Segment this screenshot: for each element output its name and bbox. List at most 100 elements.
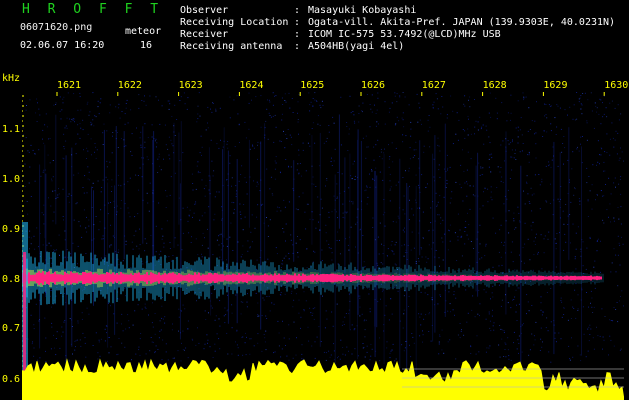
echo-core-segment bbox=[568, 276, 570, 280]
noise-speck bbox=[540, 234, 542, 236]
noise-speck bbox=[28, 182, 30, 184]
noise-speck bbox=[439, 335, 441, 337]
noise-speck bbox=[575, 188, 576, 190]
noise-speck bbox=[124, 288, 126, 290]
echo-core-segment bbox=[434, 275, 436, 281]
echo-core-segment bbox=[220, 274, 222, 282]
noise-speck bbox=[251, 241, 253, 243]
noise-speck bbox=[548, 351, 550, 353]
noise-speck bbox=[484, 187, 486, 189]
noise-speck bbox=[297, 112, 298, 114]
noise-speck bbox=[155, 225, 157, 227]
noise-speck bbox=[188, 232, 190, 234]
noise-speck bbox=[177, 350, 179, 352]
noise-speck bbox=[599, 154, 600, 156]
noise-speck bbox=[569, 106, 571, 108]
noise-speck bbox=[608, 216, 609, 218]
echo-core-segment bbox=[200, 275, 202, 281]
noise-speck bbox=[132, 248, 134, 250]
noise-speck bbox=[168, 256, 170, 258]
noise-speck bbox=[298, 93, 300, 95]
noise-speck bbox=[599, 335, 601, 337]
noise-speck bbox=[264, 337, 266, 339]
noise-speck bbox=[162, 339, 164, 341]
echo-core-segment bbox=[126, 274, 128, 282]
echo-core-segment bbox=[278, 273, 280, 283]
noise-speck bbox=[128, 212, 130, 214]
noise-speck bbox=[131, 133, 133, 135]
noise-speck bbox=[447, 169, 448, 171]
noise-speck bbox=[602, 336, 604, 338]
app-title: H R O F F T bbox=[22, 2, 164, 17]
noise-speck bbox=[354, 348, 356, 350]
noise-speck bbox=[54, 303, 56, 305]
noise-speck bbox=[174, 135, 176, 136]
noise-speck bbox=[207, 247, 209, 249]
noise-speck bbox=[480, 128, 482, 130]
noise-speck bbox=[98, 341, 100, 343]
noise-speck bbox=[290, 166, 292, 168]
noise-speck bbox=[88, 171, 90, 173]
noise-speck bbox=[336, 303, 338, 305]
noise-speck bbox=[251, 99, 252, 101]
noise-speck bbox=[412, 214, 414, 216]
noise-speck bbox=[331, 211, 333, 213]
noise-speck bbox=[41, 212, 43, 214]
echo-core-segment bbox=[48, 271, 50, 285]
echo-core-segment bbox=[506, 275, 508, 281]
noise-speck bbox=[99, 221, 101, 223]
noise-speck bbox=[515, 227, 517, 229]
noise-speck bbox=[346, 126, 348, 127]
noise-speck bbox=[324, 327, 326, 329]
noise-speck bbox=[551, 159, 553, 161]
noise-speck bbox=[145, 353, 147, 355]
noise-speck bbox=[346, 346, 348, 348]
noise-speck bbox=[170, 139, 172, 141]
echo-core-segment bbox=[538, 275, 540, 281]
noise-speck bbox=[117, 132, 118, 133]
echo-core-segment bbox=[132, 275, 134, 281]
filename-label: 06071620.png bbox=[20, 22, 93, 33]
noise-speck bbox=[378, 123, 379, 125]
noise-speck bbox=[503, 244, 505, 246]
echo-core-segment bbox=[390, 275, 392, 281]
noise-speck bbox=[397, 290, 399, 292]
noise-speck bbox=[348, 350, 349, 352]
noise-speck bbox=[449, 202, 451, 204]
noise-speck bbox=[492, 309, 493, 311]
noise-speck bbox=[430, 222, 432, 224]
noise-speck bbox=[85, 253, 87, 254]
echo-core-segment bbox=[256, 275, 258, 281]
noise-speck bbox=[210, 139, 212, 141]
noise-speck bbox=[172, 145, 174, 147]
noise-speck bbox=[135, 353, 137, 355]
noise-speck bbox=[100, 191, 102, 193]
noise-speck bbox=[314, 92, 316, 94]
noise-speck bbox=[302, 192, 304, 194]
noise-speck bbox=[491, 315, 493, 317]
noise-speck bbox=[57, 196, 59, 198]
noise-speck bbox=[180, 360, 182, 362]
noise-speck bbox=[583, 333, 585, 335]
noise-speck bbox=[522, 247, 524, 249]
noise-speck bbox=[511, 141, 513, 143]
echo-core-segment bbox=[522, 276, 524, 280]
noise-speck bbox=[205, 319, 207, 320]
noise-speck bbox=[525, 96, 527, 98]
noise-speck bbox=[612, 320, 614, 322]
noise-speck bbox=[227, 294, 228, 296]
noise-speck bbox=[528, 201, 530, 203]
noise-speck bbox=[56, 331, 58, 333]
echo-core-segment bbox=[356, 275, 358, 281]
noise-speck bbox=[362, 102, 364, 104]
noise-speck bbox=[53, 211, 55, 213]
noise-speck bbox=[146, 156, 148, 158]
noise-speck bbox=[183, 349, 185, 351]
noise-speck bbox=[491, 292, 493, 294]
noise-speck bbox=[257, 314, 259, 315]
noise-speck bbox=[365, 319, 367, 321]
noise-speck bbox=[472, 194, 474, 196]
noise-speck bbox=[561, 316, 563, 318]
noise-speck bbox=[483, 191, 484, 193]
noise-streak bbox=[173, 122, 175, 248]
